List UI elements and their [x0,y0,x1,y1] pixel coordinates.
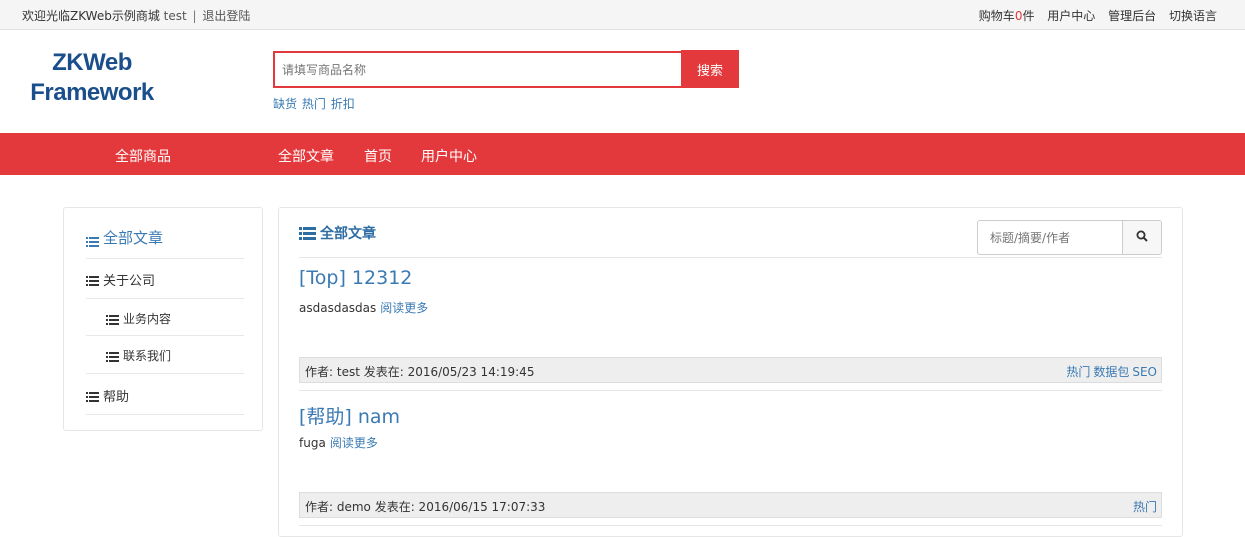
article-search-box [977,220,1162,255]
hot-keyword-link[interactable]: 缺货 [273,97,297,111]
site-logo[interactable]: ZKWeb Framework [22,48,162,108]
list-icon [299,226,316,240]
article-meta-info: 作者: test 发表在: 2016/05/23 14:19:45 [305,365,535,379]
article-summary: asdasdasdas 阅读更多 [299,299,428,316]
articles-panel: 全部文章 [Top] 12312 asdasdasdas阅读更多 作者: tes… [278,207,1183,537]
sidebar-item-label: 帮助 [103,390,130,405]
sidebar-item-about[interactable]: 关于公司 [86,259,244,299]
article-meta-bar: 作者: demo 发表在: 2016/06/15 17:07:33 热门 [299,492,1162,518]
search-button[interactable]: 搜索 [681,50,739,88]
nav-all-articles[interactable]: 全部文章 [278,146,334,166]
article-tag-link[interactable]: 数据包 [1093,365,1129,379]
hot-keywords: 缺货 热门 折扣 [273,95,356,112]
article-tag-link[interactable]: 热门 [1133,500,1157,514]
article-title-link[interactable]: [Top] 12312 [299,267,412,289]
nav-all-products[interactable]: 全部商品 [115,146,171,166]
search-icon [1136,230,1148,245]
panel-title-text: 全部文章 [320,226,376,242]
divider [299,525,1162,526]
article-meta-info: 作者: demo 发表在: 2016/06/15 17:07:33 [305,500,546,514]
article-search-input[interactable] [978,221,1123,254]
logo-line-1: ZKWeb [52,49,132,76]
hot-keyword-link[interactable]: 折扣 [331,97,355,111]
nav-home[interactable]: 首页 [364,146,392,166]
list-icon [86,391,99,402]
article-tag-link[interactable]: SEO [1132,365,1157,379]
sidebar-item-contact[interactable]: 联系我们 [86,336,244,374]
panel-title: 全部文章 [299,223,376,243]
article-tags: 热门 数据包 SEO [1063,363,1157,380]
article-summary-text: asdasdasdas [299,301,377,315]
article-summary: fuga 阅读更多 [299,434,378,451]
article-search-button[interactable] [1122,221,1161,254]
list-icon [86,275,99,286]
article-meta-bar: 作者: test 发表在: 2016/05/23 14:19:45 热门 数据包 S… [299,357,1162,383]
top-right-links: 购物车0件 用户中心 管理后台 切换语言 [970,7,1217,24]
list-icon [106,351,119,362]
list-icon [86,233,99,247]
main-nav: 全部商品 全部文章 首页 用户中心 [0,133,1245,175]
top-bar: 欢迎光临ZKWeb示例商城 test | 退出登陆 购物车0件 用户中心 管理后… [0,0,1245,30]
read-more-link[interactable]: 阅读更多 [380,301,428,315]
article-summary-text: fuga [299,436,326,450]
sidebar-item-label: 联系我们 [123,349,172,363]
sidebar-item-label: 关于公司 [103,274,156,289]
cart-unit: 件 [1022,9,1035,23]
article-tag-link[interactable]: 热门 [1066,365,1090,379]
article-tags: 热门 [1130,498,1157,515]
separator: | [192,9,197,23]
welcome-text: 欢迎光临ZKWeb示例商城 [22,9,160,23]
sidebar-item-help[interactable]: 帮助 [86,374,244,415]
category-sidebar: 全部文章 关于公司 业务内容 联系我们 帮助 [63,207,263,431]
list-icon [106,314,119,325]
admin-link[interactable]: 管理后台 [1108,9,1156,23]
logo-line-2: Framework [30,79,154,106]
divider [299,390,1162,391]
hot-keyword-link[interactable]: 热门 [302,97,326,111]
read-more-link[interactable]: 阅读更多 [330,436,378,450]
nav-user-center[interactable]: 用户中心 [421,146,477,166]
cart-label: 购物车 [978,9,1015,23]
cart-link[interactable]: 购物车0件 [979,9,1035,23]
divider [299,257,1162,258]
sidebar-item-label: 业务内容 [123,312,172,326]
sidebar-item-all-articles[interactable]: 全部文章 [86,222,244,259]
language-switch-link[interactable]: 切换语言 [1169,9,1217,23]
article-title-link[interactable]: [帮助] nam [299,402,400,429]
product-search-box [273,51,683,88]
sidebar-item-label: 全部文章 [103,229,164,247]
user-center-link[interactable]: 用户中心 [1047,9,1095,23]
username: test [163,9,187,23]
welcome-area: 欢迎光临ZKWeb示例商城 test | 退出登陆 [22,7,250,24]
product-search-input[interactable] [275,53,681,86]
logout-link[interactable]: 退出登陆 [202,9,250,23]
sidebar-item-business[interactable]: 业务内容 [86,299,244,336]
